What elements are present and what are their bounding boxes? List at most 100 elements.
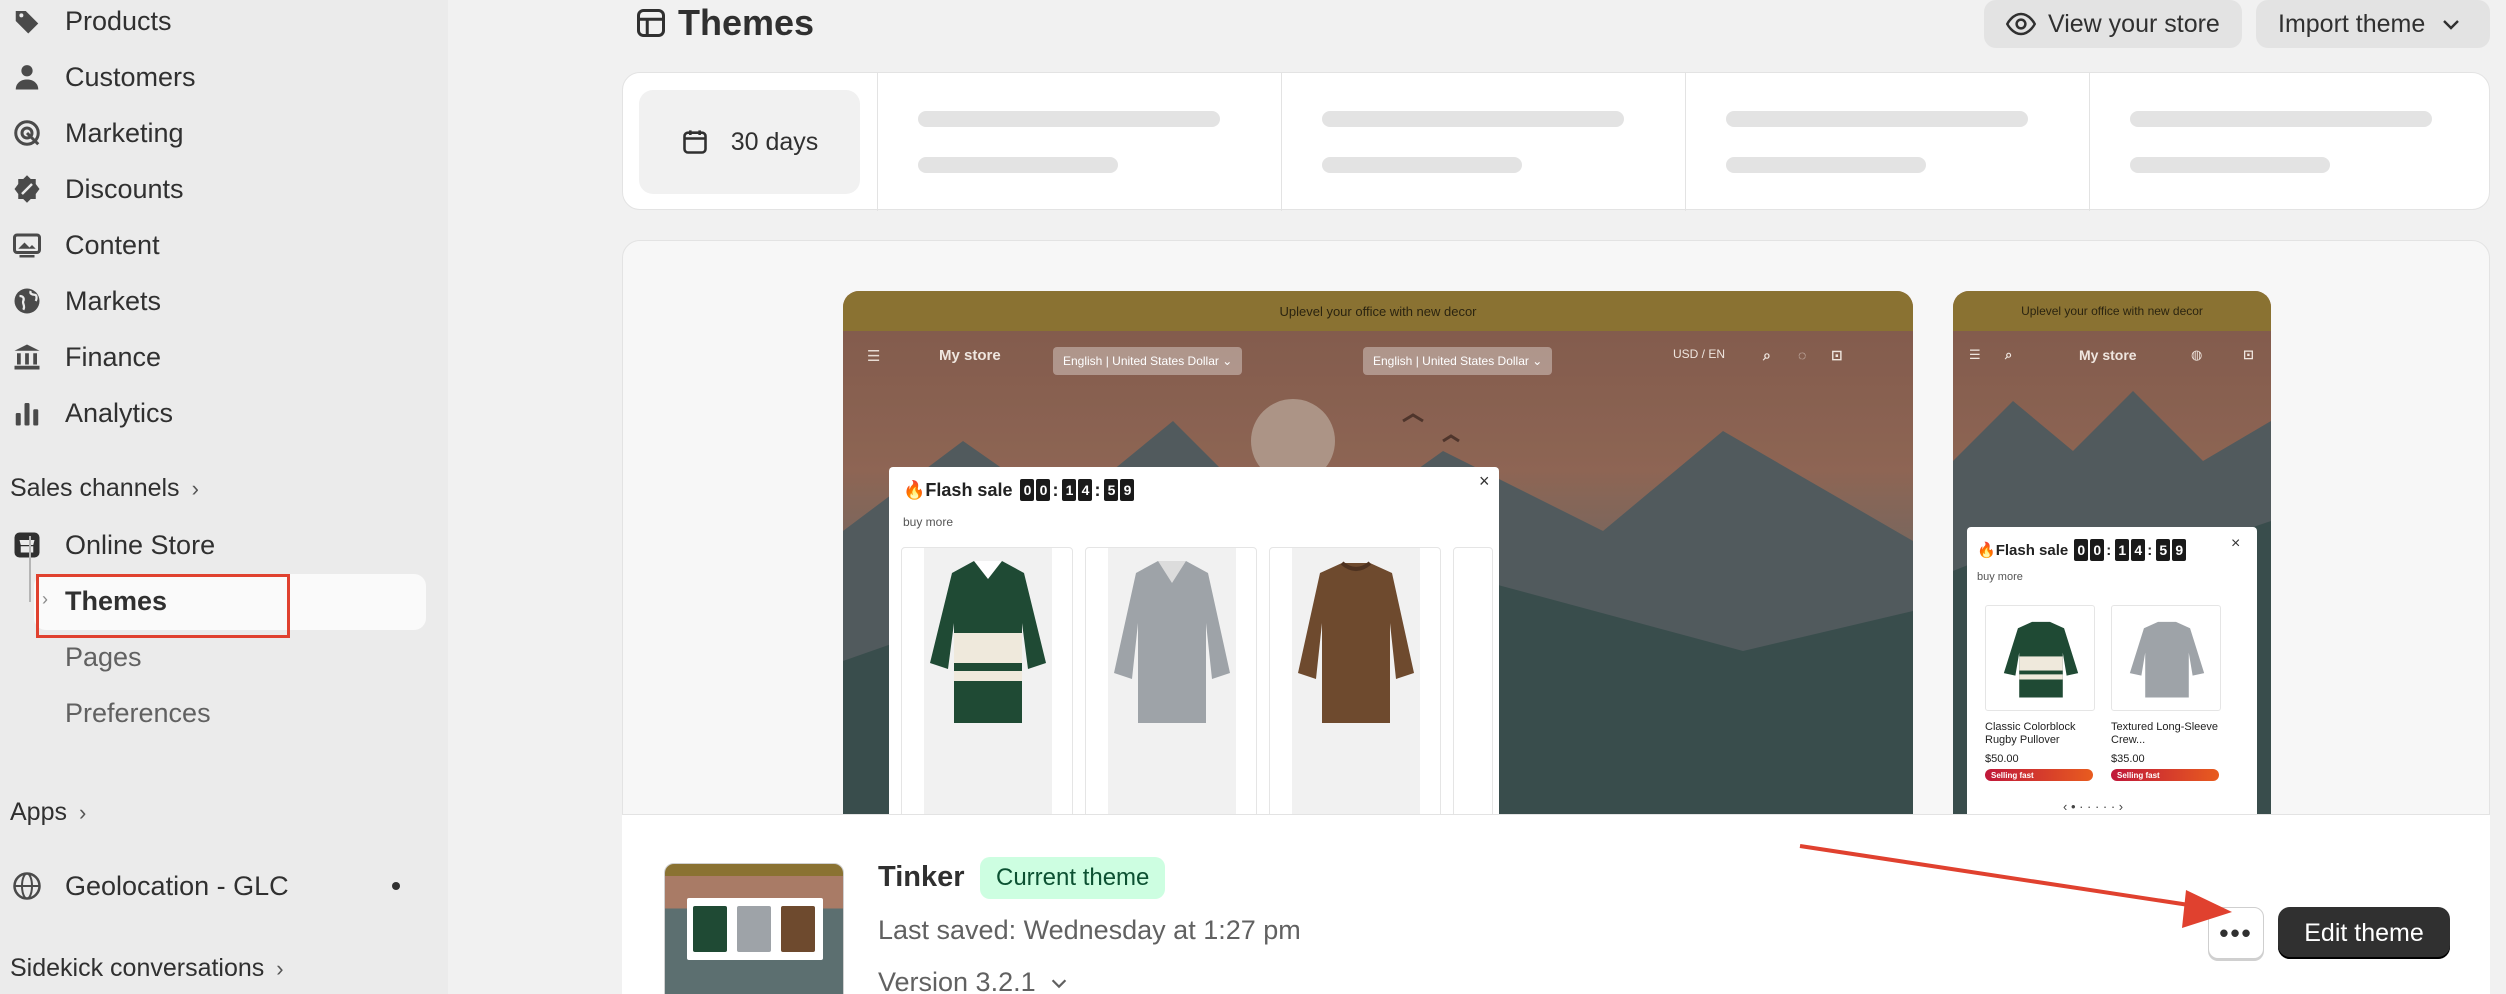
timer-digit: 0 (1036, 479, 1051, 501)
page-title: Themes (636, 2, 814, 44)
version-label: Version 3.2.1 (878, 967, 1036, 994)
lang-label: English (1373, 354, 1413, 368)
product-name: Textured Long-Sleeve Crew... (2111, 721, 2219, 746)
thumbnail-popup (687, 898, 823, 960)
nav-online-store[interactable]: Online Store (10, 521, 215, 569)
product-card[interactable] (2111, 605, 2221, 711)
close-icon[interactable]: × (2231, 535, 2240, 553)
timer-digit: 9 (2172, 539, 2187, 561)
discount-icon (10, 172, 44, 206)
product-image (2129, 621, 2205, 698)
lang-label: English (1063, 354, 1103, 368)
timer-digit: 9 (1120, 479, 1135, 501)
flash-sale-label: Flash sale (925, 479, 1013, 500)
nav-discounts[interactable]: Discounts (10, 165, 184, 213)
announcement-bar: Uplevel your office with new decor (843, 291, 1913, 331)
stats-card: 30 days (622, 72, 2491, 211)
timer-digit: 0 (1020, 479, 1035, 501)
nav-products-label: Products (65, 5, 172, 36)
nav-marketing-label: Marketing (65, 117, 184, 148)
stat-skeleton (2089, 73, 2491, 211)
menu-icon: ☰ (867, 348, 881, 365)
theme-thumbnail[interactable] (664, 863, 844, 994)
globe-icon (10, 284, 44, 318)
calendar-icon (682, 130, 707, 154)
carousel-dots[interactable]: ‹ • · · · · · › (2063, 799, 2123, 814)
bar-chart-icon (10, 396, 44, 430)
person-icon (10, 60, 44, 94)
timer-digit: 0 (2090, 539, 2105, 561)
account-icon: ◌ (1798, 347, 1807, 363)
apps-heading[interactable]: Apps › (10, 798, 86, 827)
more-actions-button[interactable]: ••• (2208, 907, 2264, 959)
timer-digit: 1 (1062, 479, 1077, 501)
chevron-right-icon: › (78, 799, 87, 825)
globe-icon: ◍ (2191, 347, 2203, 362)
nav-discounts-label: Discounts (65, 173, 184, 204)
fire-icon: 🔥 (903, 479, 926, 500)
buy-more-label: buy more (1977, 571, 2023, 583)
mobile-preview[interactable]: Uplevel your office with new decor ☰ ⌕ M… (1953, 291, 2271, 891)
search-icon: ⌕ (1763, 347, 1771, 363)
timer-digit: 4 (1078, 479, 1093, 501)
version-dropdown[interactable]: Version 3.2.1 (878, 967, 1070, 994)
nav-analytics[interactable]: Analytics (10, 389, 173, 437)
globe-outline-icon (10, 869, 44, 903)
tree-connector (29, 536, 31, 602)
sales-channels-heading[interactable]: Sales channels › (10, 474, 199, 503)
desktop-preview[interactable]: Uplevel your office with new decor ☰ My … (843, 291, 1913, 891)
currency-label: United States Dollar (1422, 354, 1529, 368)
nav-customers-label: Customers (65, 61, 196, 92)
locale-pill: English | United States Dollar ⌄ (1053, 347, 1243, 375)
nav-pages[interactable]: Pages (65, 642, 142, 673)
nav-products[interactable]: Products (10, 0, 172, 45)
close-icon[interactable]: × (1479, 471, 1490, 492)
menu-icon: ☰ (1969, 347, 1981, 362)
store-name: My store (939, 347, 1001, 364)
product-name: Classic Colorblock Rugby Pullover (1985, 721, 2076, 746)
nav-content-label: Content (65, 229, 160, 260)
selling-fast-badge: Selling fast (2111, 769, 2219, 781)
sidekick-label: Sidekick conversations (10, 954, 265, 982)
nav-online-store-label: Online Store (65, 529, 216, 560)
date-range-label: 30 days (730, 127, 819, 156)
more-icon: ••• (2219, 917, 2253, 948)
nav-markets[interactable]: Markets (10, 277, 161, 325)
edit-theme-label: Edit theme (2304, 918, 2424, 947)
timer-digit: 5 (1104, 479, 1119, 501)
nav-geolocation[interactable]: Geolocation - GLC (10, 862, 289, 910)
selling-fast-badge: Selling fast (1985, 769, 2093, 781)
usd-en-label: USD / EN (1673, 347, 1726, 361)
apps-label: Apps (10, 798, 67, 826)
store-name: My store (2079, 347, 2137, 363)
view-store-button[interactable]: View your store (1984, 0, 2242, 48)
flash-sale-label: Flash sale (1995, 541, 2069, 559)
annotation-highlight-box (36, 574, 290, 638)
target-icon (10, 116, 44, 150)
nav-preferences[interactable]: Preferences (65, 698, 211, 729)
timer-digit: 4 (2131, 539, 2146, 561)
current-theme-badge: Current theme (980, 857, 1166, 899)
nav-customers[interactable]: Customers (10, 53, 196, 101)
flash-sale-title: 🔥 Flash sale 00:14:59 (903, 479, 1135, 501)
nav-finance[interactable]: Finance (10, 333, 161, 381)
sidekick-heading[interactable]: Sidekick conversations › (10, 954, 284, 983)
chevron-down-icon (2443, 20, 2460, 30)
nav-marketing[interactable]: Marketing (10, 109, 184, 157)
import-theme-button[interactable]: Import theme (2256, 0, 2490, 48)
nav-analytics-label: Analytics (65, 397, 174, 428)
currency-label: United States Dollar (1112, 354, 1219, 368)
edit-theme-button[interactable]: Edit theme (2278, 907, 2450, 959)
nav-content[interactable]: Content (10, 221, 160, 269)
product-card[interactable] (1985, 605, 2095, 711)
product-image (2003, 621, 2079, 698)
sales-channels-label: Sales channels (10, 474, 180, 502)
product-price: $35.00 (2111, 753, 2145, 765)
timer-digit: 5 (2156, 539, 2171, 561)
sidebar: Products Customers Marketing Discounts C… (0, 0, 448, 994)
page-title-text: Themes (678, 2, 815, 43)
stat-skeleton (877, 73, 1281, 211)
tag-icon (10, 4, 44, 38)
date-range-button[interactable]: 30 days (639, 90, 860, 194)
image-icon (10, 228, 44, 262)
